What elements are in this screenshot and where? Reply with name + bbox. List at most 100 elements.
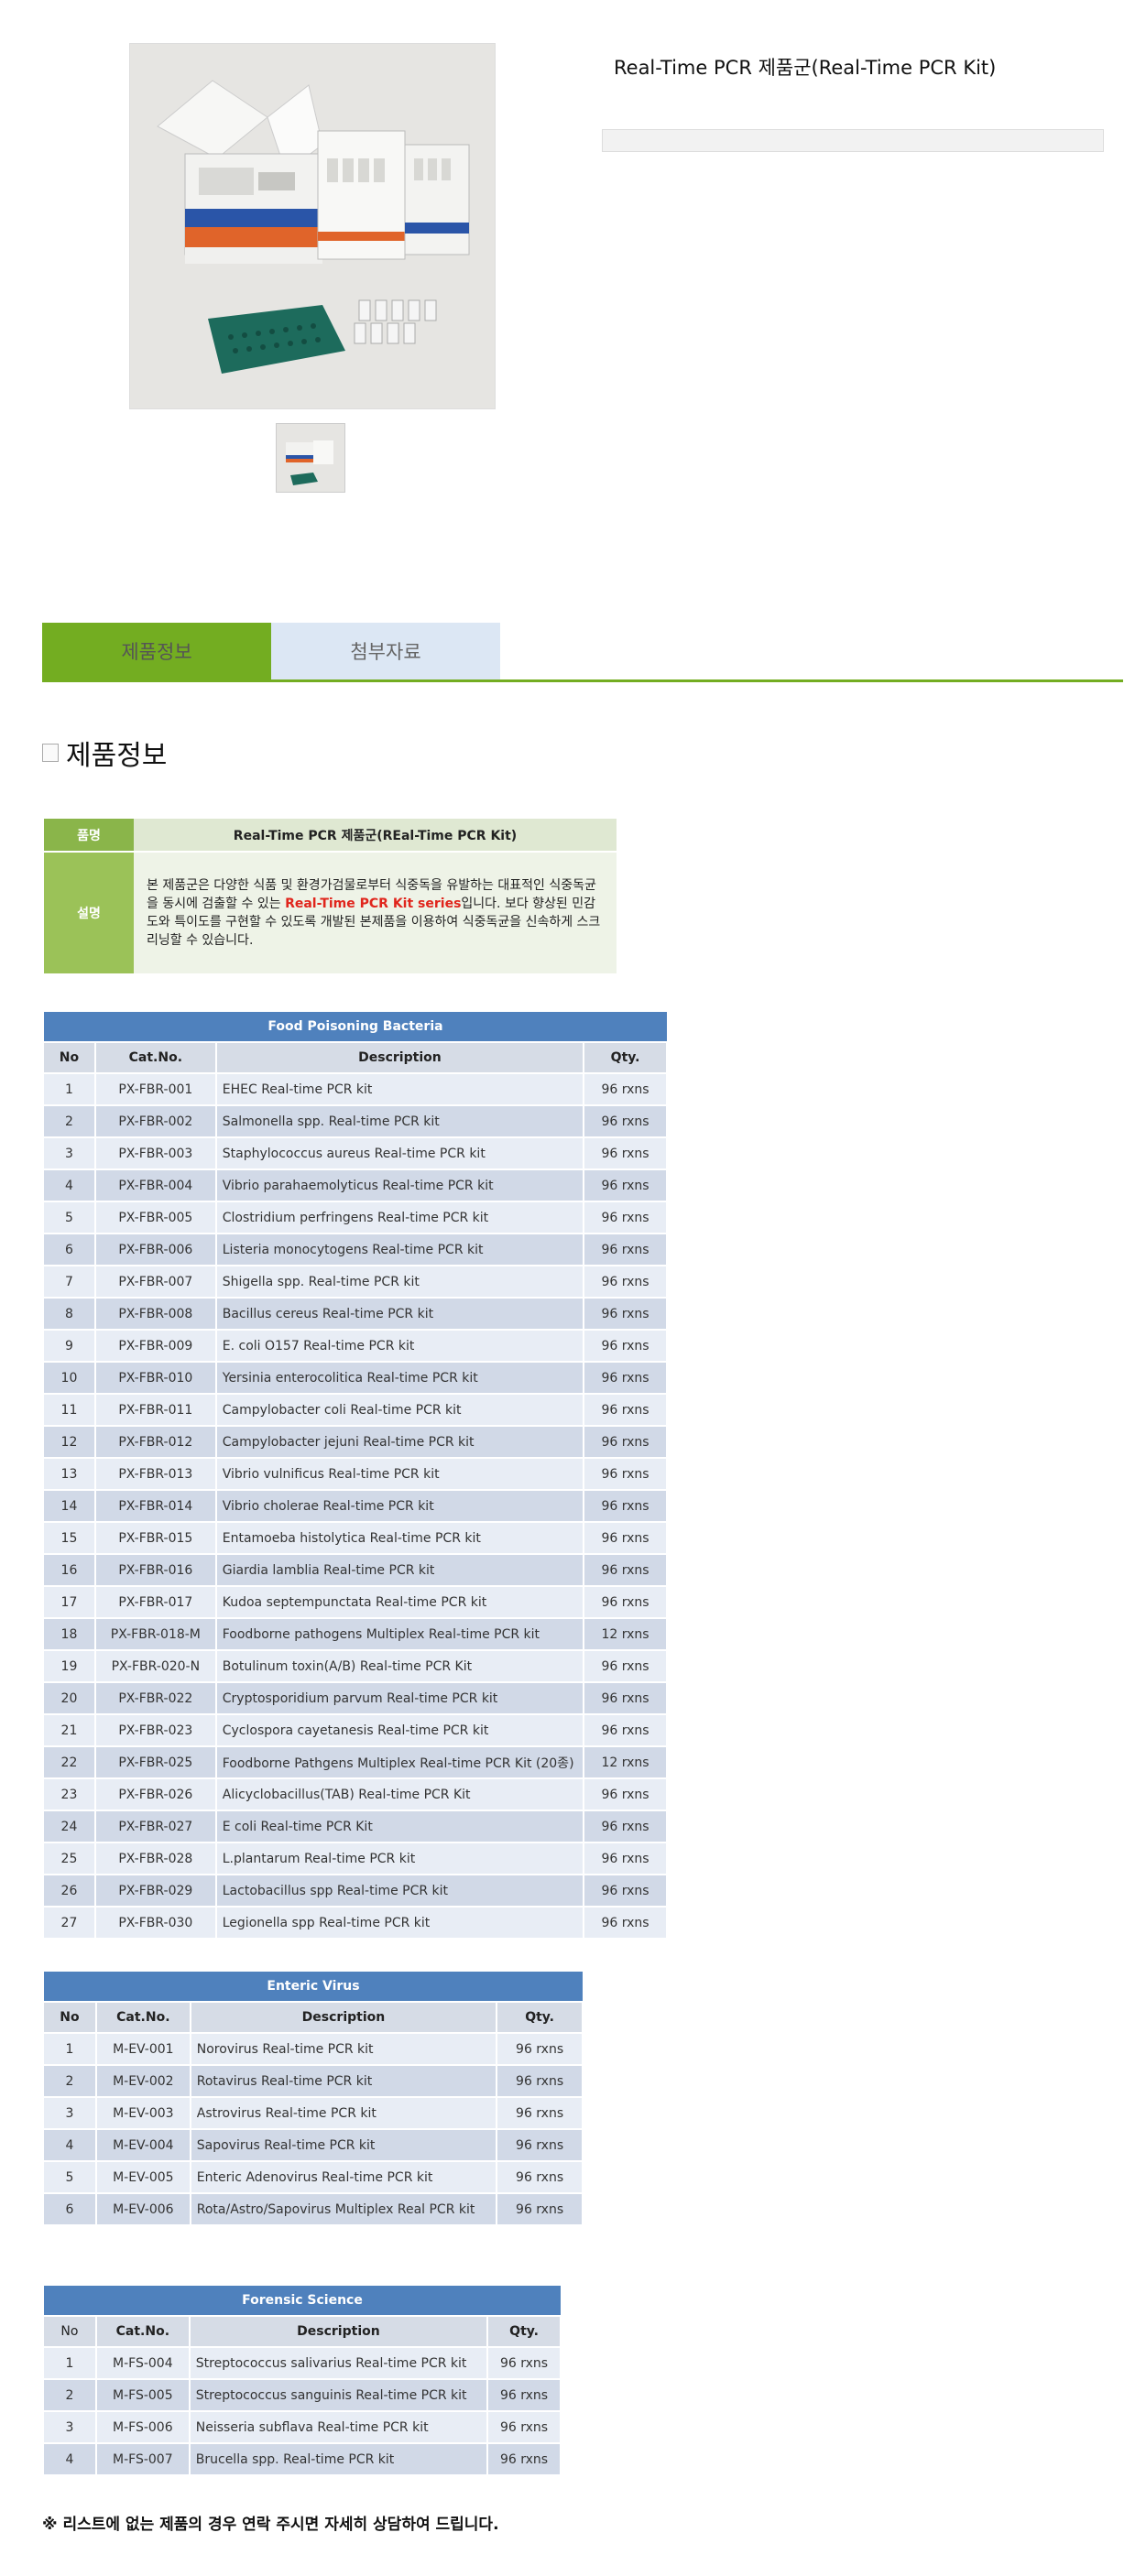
food-poisoning-bacteria-table: Food Poisoning Bacteria No Cat.No. Descr… <box>44 1012 668 1938</box>
cell-no: 18 <box>44 1617 96 1650</box>
cell-cat-no: M-EV-002 <box>95 2064 191 2097</box>
cell-no: 14 <box>44 1489 96 1522</box>
cell-description: L.plantarum Real-time PCR kit <box>215 1842 585 1875</box>
cell-cat-no: M-EV-004 <box>95 2128 191 2161</box>
cell-qty: 96 rxns <box>584 1649 668 1682</box>
cell-description: Rotavirus Real-time PCR kit <box>190 2064 498 2097</box>
cell-description: Campylobacter jejuni Real-time PCR kit <box>215 1425 585 1458</box>
cell-description: Entamoeba histolytica Real-time PCR kit <box>215 1521 585 1554</box>
cell-no: 5 <box>44 1201 96 1234</box>
table-row: 19 PX-FBR-020-N Botulinum toxin(A/B) Real-… <box>44 1649 668 1682</box>
tab-product-info[interactable]: 제품정보 <box>42 623 271 679</box>
cell-cat-no: PX-FBR-006 <box>94 1233 217 1266</box>
table-row: 2 PX-FBR-002 Salmonella spp. Real-time PCR… <box>44 1104 668 1137</box>
cell-qty: 96 rxns <box>487 2346 562 2379</box>
cell-no: 3 <box>44 2096 97 2129</box>
cell-qty: 96 rxns <box>584 1297 668 1330</box>
table-row: 23 PX-FBR-026 Alicyclobacillus(TAB) Real-t… <box>44 1777 668 1810</box>
cell-cat-no: PX-FBR-017 <box>94 1585 217 1618</box>
table-row: 6 M-EV-006 Rota/Astro/Sapovirus Multiplex … <box>44 2192 584 2224</box>
cell-cat-no: PX-FBR-014 <box>94 1489 217 1522</box>
cell-cat-no: M-EV-006 <box>95 2192 191 2224</box>
table-row: 5 PX-FBR-005 Clostridium perfringens Real-… <box>44 1201 668 1234</box>
cell-cat-no: M-EV-001 <box>95 2032 191 2065</box>
table-row: 21 PX-FBR-023 Cyclospora cayetanesis Real-… <box>44 1713 668 1746</box>
cell-qty: 96 rxns <box>487 2378 562 2411</box>
table-row: 24 PX-FBR-027 E coli Real-time PCR Kit 96 r… <box>44 1810 668 1842</box>
table-row: 4 PX-FBR-004 Vibrio parahaemolyticus Real-… <box>44 1168 668 1201</box>
cell-cat-no: PX-FBR-005 <box>94 1201 217 1234</box>
description-text: 본 제품군은 다양한 식품 및 환경가검물로부터 식중독을 유발하는 대표적인 … <box>134 852 617 975</box>
cell-description: Foodborne pathogens Multiplex Real-time … <box>215 1617 585 1650</box>
col-qty: Qty. <box>584 1041 668 1073</box>
table-row: 7 PX-FBR-007 Shigella spp. Real-time PCR k… <box>44 1265 668 1298</box>
cell-cat-no: M-EV-005 <box>95 2160 191 2193</box>
table-row: 16 PX-FBR-016 Giardia lamblia Real-time PC… <box>44 1553 668 1586</box>
cell-cat-no: M-FS-005 <box>95 2378 191 2411</box>
cell-cat-no: M-FS-004 <box>95 2346 191 2379</box>
cell-cat-no: PX-FBR-018-M <box>94 1617 217 1650</box>
cell-description: Listeria monocytogens Real-time PCR kit <box>215 1233 585 1266</box>
cell-cat-no: PX-FBR-007 <box>94 1265 217 1298</box>
cell-qty: 96 rxns <box>584 1489 668 1522</box>
cell-cat-no: PX-FBR-025 <box>94 1745 217 1778</box>
cell-cat-no: PX-FBR-010 <box>94 1361 217 1394</box>
cell-qty: 96 rxns <box>497 2032 584 2065</box>
cell-qty: 96 rxns <box>584 1329 668 1362</box>
col-desc: Description <box>215 1041 585 1073</box>
cell-cat-no: PX-FBR-012 <box>94 1425 217 1458</box>
cell-no: 1 <box>44 2346 97 2379</box>
cell-description: E coli Real-time PCR Kit <box>215 1810 585 1842</box>
cell-cat-no: PX-FBR-028 <box>94 1842 217 1875</box>
table-row: 1 PX-FBR-001 EHEC Real-time PCR kit 96 rxns <box>44 1072 668 1105</box>
cell-qty: 96 rxns <box>497 2192 584 2224</box>
cell-description: Legionella spp Real-time PCR kit <box>215 1906 585 1938</box>
cell-qty: 96 rxns <box>584 1681 668 1714</box>
table-row: 6 PX-FBR-006 Listeria monocytogens Real-ti… <box>44 1233 668 1266</box>
name-label: 품명 <box>44 819 134 853</box>
cell-cat-no: PX-FBR-029 <box>94 1874 217 1907</box>
cell-no: 17 <box>44 1585 96 1618</box>
cell-cat-no: PX-FBR-022 <box>94 1681 217 1714</box>
tab-attachments[interactable]: 첨부자료 <box>271 623 500 679</box>
cell-description: Staphylococcus aureus Real-time PCR kit <box>215 1136 585 1169</box>
table-row: 17 PX-FBR-017 Kudoa septempunctata Real-ti… <box>44 1585 668 1618</box>
cell-qty: 96 rxns <box>487 2442 562 2474</box>
cell-qty: 96 rxns <box>584 1585 668 1618</box>
cell-qty: 96 rxns <box>584 1136 668 1169</box>
cell-qty: 96 rxns <box>584 1104 668 1137</box>
cell-qty: 96 rxns <box>584 1810 668 1842</box>
cell-no: 13 <box>44 1457 96 1490</box>
cell-no: 9 <box>44 1329 96 1362</box>
cell-qty: 96 rxns <box>584 1777 668 1810</box>
table-row: 2 M-EV-002 Rotavirus Real-time PCR kit 96 r… <box>44 2064 584 2097</box>
table-row: 5 M-EV-005 Enteric Adenovirus Real-time PC… <box>44 2160 584 2193</box>
cell-description: Streptococcus salivarius Real-time PCR k… <box>189 2346 489 2379</box>
cell-cat-no: PX-FBR-009 <box>94 1329 217 1362</box>
cell-no: 4 <box>44 1168 96 1201</box>
cell-no: 7 <box>44 1265 96 1298</box>
product-title: Real-Time PCR 제품군(Real-Time PCR Kit) <box>614 57 997 79</box>
desc-label: 설명 <box>44 852 134 975</box>
cell-no: 2 <box>44 2064 97 2097</box>
cell-qty: 96 rxns <box>584 1265 668 1298</box>
cell-description: Cryptosporidium parvum Real-time PCR kit <box>215 1681 585 1714</box>
cell-qty: 96 rxns <box>584 1233 668 1266</box>
cell-qty: 12 rxns <box>584 1617 668 1650</box>
cell-no: 26 <box>44 1874 96 1907</box>
product-thumbnail[interactable] <box>276 423 345 493</box>
cell-qty: 96 rxns <box>497 2160 584 2193</box>
cell-qty: 96 rxns <box>584 1906 668 1938</box>
cell-no: 4 <box>44 2442 97 2474</box>
cell-cat-no: PX-FBR-002 <box>94 1104 217 1137</box>
cell-no: 3 <box>44 1136 96 1169</box>
cell-cat-no: PX-FBR-001 <box>94 1072 217 1105</box>
cell-no: 1 <box>44 1072 96 1105</box>
table-row: 3 M-FS-006 Neisseria subflava Real-time PC… <box>44 2410 562 2443</box>
section-title: 제품정보 <box>42 733 167 773</box>
cell-qty: 96 rxns <box>584 1713 668 1746</box>
cell-qty: 96 rxns <box>497 2096 584 2129</box>
cell-description: Brucella spp. Real-time PCR kit <box>189 2442 489 2474</box>
cell-cat-no: PX-FBR-016 <box>94 1553 217 1586</box>
table-row: 15 PX-FBR-015 Entamoeba histolytica Real-t… <box>44 1521 668 1554</box>
